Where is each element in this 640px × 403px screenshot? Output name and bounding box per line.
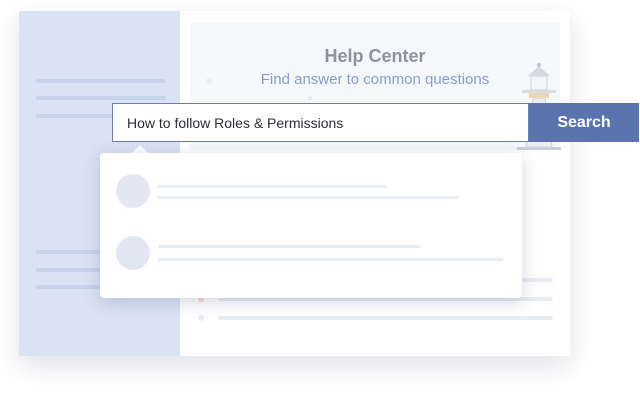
suggestion-item[interactable] [100,166,522,216]
article-line [218,316,553,320]
page-subtitle: Find answer to common questions [260,71,490,88]
page-title: Help Center [324,46,426,66]
sidebar-item[interactable] [36,79,166,83]
suggestion-item[interactable] [100,229,522,279]
suggestion-title-line [158,185,386,188]
sidebar-item[interactable] [36,96,166,100]
suggestion-avatar [116,236,150,270]
search-suggestions-dropdown [100,153,522,298]
suggestion-text-line [158,258,503,261]
list-bullet [198,315,204,321]
search-button[interactable]: Search [529,103,639,142]
search-input[interactable] [112,103,529,142]
suggestion-avatar [116,174,150,208]
suggestion-text-line [158,196,458,199]
search-field[interactable] [113,104,528,141]
suggestion-title-line [158,245,420,248]
decorative-dot [308,96,312,100]
sidebar-item[interactable] [36,114,116,118]
